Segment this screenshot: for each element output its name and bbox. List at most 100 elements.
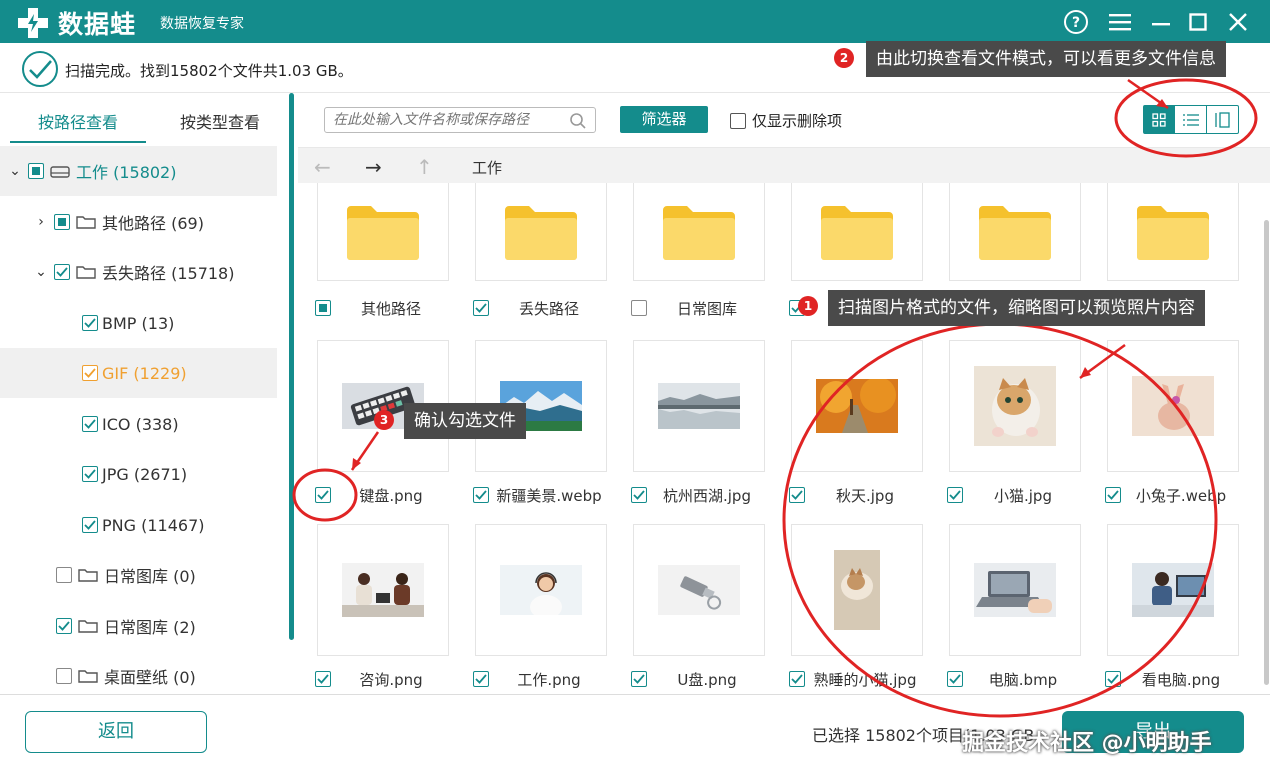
close-icon[interactable] [1224, 8, 1252, 36]
chevron-down-icon[interactable]: ⌄ [32, 263, 50, 281]
sidebar-scrollbar[interactable] [289, 93, 294, 640]
folder-card[interactable] [772, 183, 930, 355]
detail-view-icon[interactable] [1207, 106, 1238, 133]
image-card[interactable]: 电脑.bmp [930, 524, 1088, 694]
file-checkbox[interactable] [789, 671, 805, 687]
tree-label: 其他路径 (69) [102, 214, 204, 233]
deleted-only-label: 仅显示删除项 [752, 112, 843, 130]
grid-view-icon[interactable] [1144, 106, 1176, 133]
maximize-icon[interactable] [1184, 8, 1212, 36]
search-input[interactable] [325, 108, 565, 132]
file-name: 看电脑.png [1141, 670, 1221, 689]
watermark: 掘金技术社区 @小明助手 [962, 731, 1212, 756]
tree-checkbox[interactable] [56, 567, 72, 583]
tree-label: GIF (1229) [102, 363, 187, 383]
tree-checkbox[interactable] [54, 214, 70, 230]
image-thumbnail [1107, 340, 1239, 472]
tree-item-lost-paths[interactable]: ⌄ 丢失路径 (15718) [0, 247, 277, 297]
image-card[interactable]: 小兔子.webp [1088, 340, 1246, 512]
deleted-only-checkbox[interactable] [730, 112, 746, 129]
tree-checkbox[interactable] [82, 416, 98, 432]
help-icon[interactable]: ? [1062, 8, 1090, 36]
tree-checkbox[interactable] [82, 466, 98, 482]
tree-label: PNG (11467) [102, 515, 205, 535]
tab-by-path[interactable]: 按路径查看 [10, 103, 146, 143]
file-checkbox[interactable] [631, 300, 647, 316]
tree-item-work[interactable]: ⌄ 工作 (15802) [0, 146, 277, 196]
image-card[interactable]: 咨询.png [298, 524, 456, 694]
image-card[interactable]: 杭州西湖.jpg [614, 340, 772, 512]
folder-card[interactable]: 日常图库 [614, 183, 772, 355]
tree-checkbox[interactable] [82, 517, 98, 533]
image-card[interactable]: 熟睡的小猫.jpg [772, 524, 930, 694]
tree-label: ICO (338) [102, 414, 179, 434]
tree-checkbox[interactable] [56, 618, 72, 634]
minimize-icon[interactable] [1147, 8, 1175, 36]
folder-card[interactable]: 其他路径 [298, 183, 456, 355]
back-arrow-icon[interactable]: ← [314, 155, 331, 179]
tab-by-type[interactable]: 按类型查看 [150, 103, 290, 143]
image-card[interactable]: 工作.png [456, 524, 614, 694]
file-checkbox[interactable] [315, 300, 331, 316]
folder-icon [949, 183, 1081, 281]
file-checkbox[interactable] [1105, 671, 1121, 687]
file-checkbox[interactable] [947, 671, 963, 687]
search-box[interactable] [324, 107, 596, 133]
file-checkbox[interactable] [315, 671, 331, 687]
image-card[interactable]: U盘.png [614, 524, 772, 694]
file-checkbox[interactable] [631, 671, 647, 687]
annotation-badge-2: 2 [834, 48, 854, 68]
tree-checkbox[interactable] [82, 365, 98, 381]
grid-scrollbar[interactable] [1264, 220, 1269, 685]
tree-item-daily-gallery-2[interactable]: 日常图库 (2) [0, 601, 277, 651]
tree-item-gif[interactable]: GIF (1229) [0, 348, 277, 398]
search-icon[interactable] [569, 112, 587, 130]
file-name: 日常图库 [676, 299, 737, 318]
annotation-callout-1: 扫描图片格式的文件，缩略图可以预览照片内容 [828, 290, 1205, 326]
file-checkbox[interactable] [315, 487, 331, 503]
app-subtitle: 数据恢复专家 [160, 16, 244, 32]
file-name: 其他路径 [360, 299, 421, 318]
file-checkbox[interactable] [473, 300, 489, 316]
tree-item-ico[interactable]: ICO (338) [0, 399, 277, 449]
scan-complete-icon [22, 51, 58, 87]
folder-icon [1107, 183, 1239, 281]
folder-card[interactable] [930, 183, 1088, 355]
menu-icon[interactable] [1106, 8, 1134, 36]
sidebar: 按路径查看 按类型查看 ⌄ 工作 (15802) › 其他路径 (69) ⌄ 丢… [0, 93, 294, 694]
deleted-only-toggle[interactable]: 仅显示删除项 [730, 110, 842, 131]
filter-button[interactable]: 筛选器 [620, 106, 708, 133]
image-card[interactable]: 小猫.jpg [930, 340, 1088, 512]
file-name: 小兔子.webp [1135, 486, 1227, 505]
file-checkbox[interactable] [631, 487, 647, 503]
up-arrow-icon[interactable]: ↑ [416, 155, 433, 179]
file-checkbox[interactable] [473, 487, 489, 503]
tree-checkbox[interactable] [28, 163, 44, 179]
current-path: 工作 [472, 159, 503, 177]
tree-item-jpg[interactable]: JPG (2671) [0, 449, 277, 499]
tree-checkbox[interactable] [54, 264, 70, 280]
annotation-callout-2: 由此切换查看文件模式，可以看更多文件信息 [866, 41, 1226, 77]
file-checkbox[interactable] [789, 487, 805, 503]
image-card[interactable]: 看电脑.png [1088, 524, 1246, 694]
file-checkbox[interactable] [473, 671, 489, 687]
chevron-right-icon[interactable]: › [32, 213, 50, 231]
main-panel: 筛选器 仅显示删除项 ← → ↑ 工作 其他路径 丢失路径 日常 [298, 93, 1270, 694]
list-view-icon[interactable] [1175, 106, 1207, 133]
file-checkbox[interactable] [1105, 487, 1121, 503]
tree-item-other-paths[interactable]: › 其他路径 (69) [0, 197, 277, 247]
tree-checkbox[interactable] [56, 668, 72, 684]
tree-item-png[interactable]: PNG (11467) [0, 500, 277, 550]
tree-item-daily-gallery-0[interactable]: 日常图库 (0) [0, 550, 277, 600]
folder-card[interactable] [1088, 183, 1246, 355]
image-card[interactable]: 秋天.jpg [772, 340, 930, 512]
tree-item-bmp[interactable]: BMP (13) [0, 298, 277, 348]
folder-icon [317, 183, 449, 281]
file-checkbox[interactable] [947, 487, 963, 503]
tree-checkbox[interactable] [82, 315, 98, 331]
forward-arrow-icon[interactable]: → [365, 155, 382, 179]
folder-icon [78, 670, 98, 683]
chevron-down-icon[interactable]: ⌄ [6, 162, 24, 180]
folder-card[interactable]: 丢失路径 [456, 183, 614, 355]
back-button[interactable]: 返回 [25, 711, 207, 753]
